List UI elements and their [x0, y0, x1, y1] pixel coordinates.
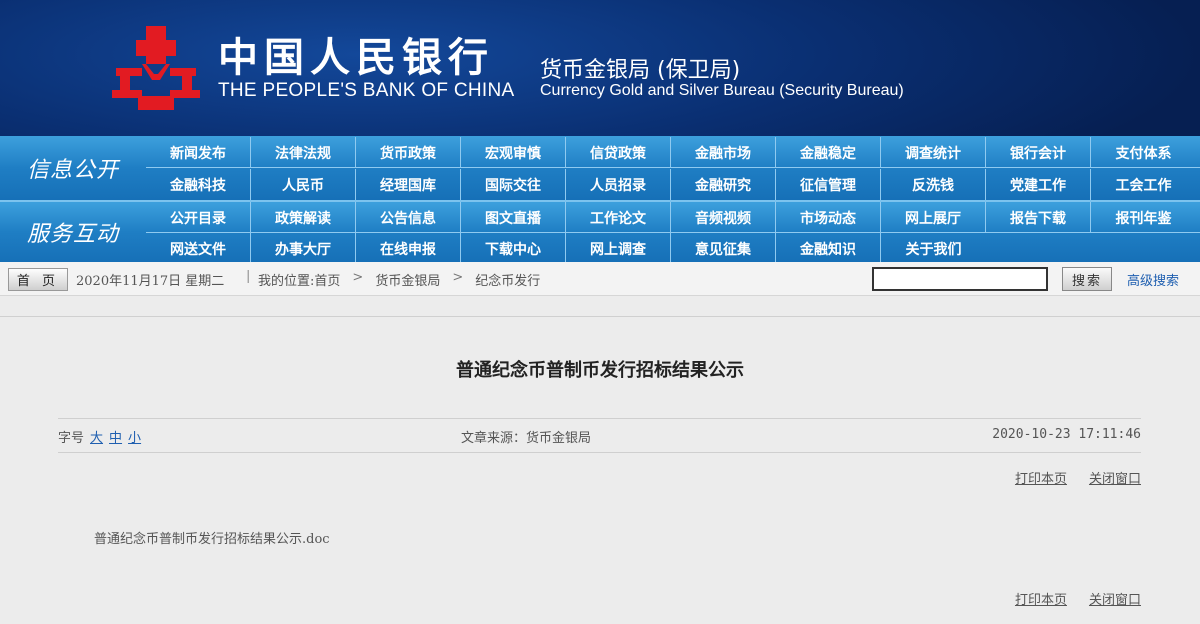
- meta-divider-top: [58, 418, 1141, 419]
- close-window-link[interactable]: 关闭窗口: [1089, 468, 1141, 487]
- advanced-search-link[interactable]: 高级搜索: [1127, 270, 1179, 289]
- nav-item-public-catalog[interactable]: 公开目录: [146, 202, 251, 233]
- nav-divider: [146, 167, 1200, 168]
- nav-item-anti-money-laundering[interactable]: 反洗钱: [881, 169, 986, 200]
- attachment-link[interactable]: 普通纪念币普制币发行招标结果公示.doc: [94, 528, 330, 547]
- nav-info-row1: 新闻发布 法律法规 货币政策 宏观审慎 信贷政策 金融市场 金融稳定 调查统计 …: [146, 137, 1196, 168]
- print-page-link[interactable]: 打印本页: [1015, 468, 1067, 487]
- nav-item-bank-accounting[interactable]: 银行会计: [986, 137, 1091, 168]
- nav-item-feedback[interactable]: 意见征集: [671, 233, 776, 264]
- nav-service-label: 服务互动: [26, 222, 119, 247]
- nav-item-macroprudential[interactable]: 宏观审慎: [461, 137, 566, 168]
- nav-item-report-download[interactable]: 报告下载: [986, 202, 1091, 233]
- nav-service-section: 服务互动 公开目录 政策解读 公告信息 图文直播 工作论文 音频视频 市场动态 …: [0, 200, 1200, 264]
- nav-item-about-us[interactable]: 关于我们: [881, 233, 986, 264]
- nav-item-download-center[interactable]: 下载中心: [461, 233, 566, 264]
- nav-item-online-survey[interactable]: 网上调查: [566, 233, 671, 264]
- nav-item-rmb[interactable]: 人民币: [251, 169, 356, 200]
- bank-name-en: THE PEOPLE'S BANK OF CHINA: [218, 80, 515, 101]
- nav-item-announcements[interactable]: 公告信息: [356, 202, 461, 233]
- bureau-name-en: Currency Gold and Silver Bureau (Securit…: [540, 82, 904, 99]
- crumb-commemorative-coin[interactable]: 纪念币发行: [475, 270, 540, 289]
- font-size-medium[interactable]: 中: [109, 427, 122, 446]
- nav-item-audio-video[interactable]: 音频视频: [671, 202, 776, 233]
- font-size-large[interactable]: 大: [90, 427, 103, 446]
- breadcrumb-separator: |: [246, 269, 251, 284]
- nav-item-financial-market[interactable]: 金融市场: [671, 137, 776, 168]
- breadcrumb-bar: 首 页 2020年11月17日 星期二 | 我的位置: 首页 > 货币金银局 >…: [0, 262, 1200, 296]
- nav-item-online-documents[interactable]: 网送文件: [146, 233, 251, 264]
- nav-info-section: 信息公开 新闻发布 法律法规 货币政策 宏观审慎 信贷政策 金融市场 金融稳定 …: [0, 136, 1200, 200]
- bank-name-cn: 中国人民银行: [218, 34, 494, 81]
- home-button[interactable]: 首 页: [8, 268, 68, 291]
- article-title: 普通纪念币普制币发行招标结果公示: [456, 360, 744, 381]
- nav-item-credit-policy[interactable]: 信贷政策: [566, 137, 671, 168]
- bureau-name-cn: 货币金银局 (保卫局): [540, 58, 741, 83]
- nav-item-market-news[interactable]: 市场动态: [776, 202, 881, 233]
- meta-divider-bottom: [58, 452, 1141, 453]
- search-input[interactable]: [872, 267, 1048, 291]
- nav-item-payment-system[interactable]: 支付体系: [1091, 137, 1196, 168]
- nav-item-online-exhibition[interactable]: 网上展厅: [881, 202, 986, 233]
- pboc-logo-icon: [112, 26, 200, 110]
- nav-item-yearbooks[interactable]: 报刊年鉴: [1091, 202, 1196, 233]
- font-size-control: 字号 大 中 小: [58, 427, 141, 446]
- nav-item-credit-reference[interactable]: 征信管理: [776, 169, 881, 200]
- nav-item-news[interactable]: 新闻发布: [146, 137, 251, 168]
- nav-item-union-work[interactable]: 工会工作: [1091, 169, 1196, 200]
- nav-item-laws[interactable]: 法律法规: [251, 137, 356, 168]
- header-banner: 中国人民银行 THE PEOPLE'S BANK OF CHINA 货币金银局 …: [0, 0, 1200, 136]
- nav-service-row2: 网送文件 办事大厅 在线申报 下载中心 网上调查 意见征集 金融知识 关于我们: [146, 233, 986, 264]
- nav-info-label: 信息公开: [26, 158, 119, 183]
- location-label: 我的位置:: [258, 274, 315, 289]
- font-size-label: 字号: [58, 431, 85, 446]
- crumb-arrow-icon: >: [352, 270, 364, 285]
- font-size-small[interactable]: 小: [128, 427, 141, 446]
- nav-item-service-hall[interactable]: 办事大厅: [251, 233, 356, 264]
- nav-item-online-filing[interactable]: 在线申报: [356, 233, 461, 264]
- nav-item-research[interactable]: 金融研究: [671, 169, 776, 200]
- nav-item-live-broadcast[interactable]: 图文直播: [461, 202, 566, 233]
- nav-item-statistics[interactable]: 调查统计: [881, 137, 986, 168]
- nav-info-row2: 金融科技 人民币 经理国库 国际交往 人员招录 金融研究 征信管理 反洗钱 党建…: [146, 169, 1196, 200]
- nav-item-treasury[interactable]: 经理国库: [356, 169, 461, 200]
- crumb-arrow-icon: >: [452, 270, 464, 285]
- nav-item-policy-interpretation[interactable]: 政策解读: [251, 202, 356, 233]
- content-divider: [0, 316, 1200, 317]
- nav-item-party-building[interactable]: 党建工作: [986, 169, 1091, 200]
- article-actions-top: 打印本页 关闭窗口: [1015, 468, 1141, 487]
- crumb-home[interactable]: 首页: [314, 270, 340, 289]
- search-button[interactable]: 搜索: [1062, 267, 1112, 291]
- article-actions-bottom: 打印本页 关闭窗口: [1015, 589, 1141, 608]
- nav-item-working-papers[interactable]: 工作论文: [566, 202, 671, 233]
- print-page-link[interactable]: 打印本页: [1015, 589, 1067, 608]
- nav-item-monetary-policy[interactable]: 货币政策: [356, 137, 461, 168]
- nav-item-fintech[interactable]: 金融科技: [146, 169, 251, 200]
- nav-item-financial-knowledge[interactable]: 金融知识: [776, 233, 881, 264]
- crumb-bureau[interactable]: 货币金银局: [375, 270, 440, 289]
- nav-item-international[interactable]: 国际交往: [461, 169, 566, 200]
- current-date: 2020年11月17日 星期二: [76, 274, 225, 289]
- nav-item-recruitment[interactable]: 人员招录: [566, 169, 671, 200]
- nav-service-row1: 公开目录 政策解读 公告信息 图文直播 工作论文 音频视频 市场动态 网上展厅 …: [146, 202, 1196, 233]
- publish-time: 2020-10-23 17:11:46: [992, 427, 1141, 442]
- article-source: 文章来源：货币金银局: [461, 431, 592, 446]
- breadcrumb: 我的位置: 首页 > 货币金银局 > 纪念币发行: [258, 270, 540, 289]
- close-window-link[interactable]: 关闭窗口: [1089, 589, 1141, 608]
- nav-item-financial-stability[interactable]: 金融稳定: [776, 137, 881, 168]
